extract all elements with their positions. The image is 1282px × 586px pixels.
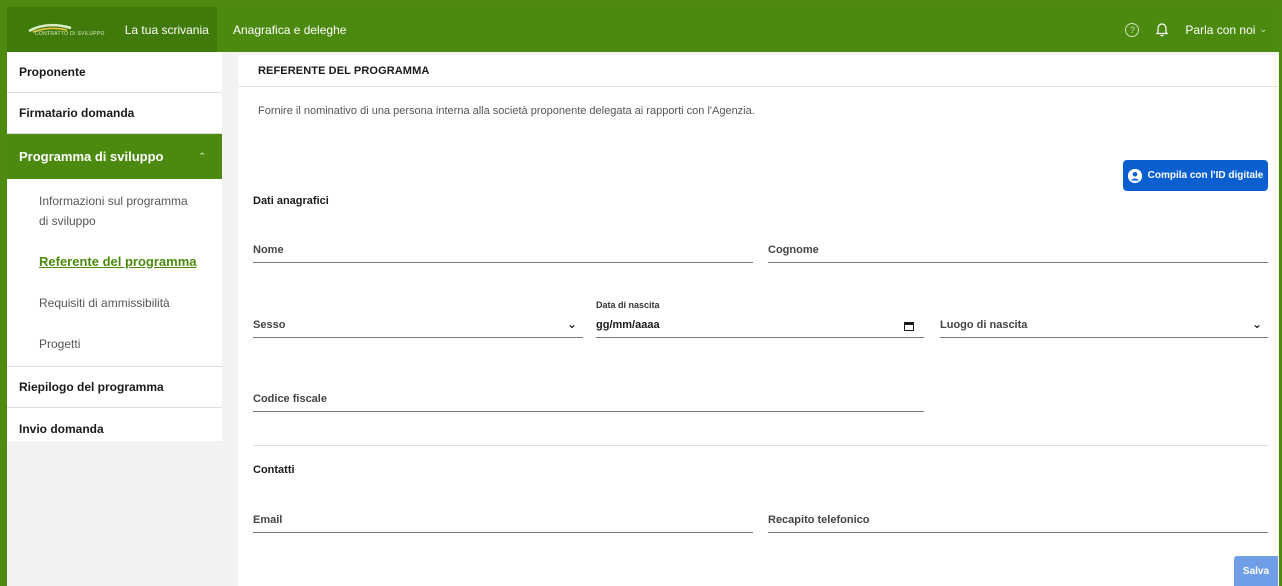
cognome-label: Cognome [768,244,819,256]
intro-text: Fornire il nominativo di una persona int… [258,105,755,117]
nav-anagrafica-e-deleghe[interactable]: Anagrafica e deleghe [233,23,346,37]
sidebar-subitem-informazioni[interactable]: Informazioni sul programma di sviluppo [39,191,199,231]
email-label: Email [253,514,283,526]
chevron-down-icon: ⌄ [1251,317,1262,331]
sidebar-subitems: Informazioni sul programma di sviluppo R… [7,179,222,367]
sidebar: Proponente Firmatario domanda Programma … [7,52,222,441]
sidebar-item-riepilogo[interactable]: Riepilogo del programma [7,367,222,408]
contacts-heading: Contatti [253,464,295,476]
sesso-label: Sesso [253,319,286,331]
personal-data-heading: Dati anagrafici [253,195,329,207]
sidebar-item-invio-domanda[interactable]: Invio domanda [7,408,222,449]
sidebar-item-label: Programma di sviluppo [19,149,164,164]
bell-icon[interactable] [1155,22,1169,38]
topbar-actions: ? Parla con noi ⌄ [1125,22,1279,38]
luogo-select[interactable]: Luogo di nascita ⌄ [940,308,1268,338]
sidebar-subitem-requisiti[interactable]: Requisiti di ammissibilità [39,293,199,313]
logo[interactable]: CONTRATTO DI SVILUPPO La tua scrivania [7,7,217,52]
date-value: gg/mm/aaaa [596,319,660,331]
digital-id-label: Compila con l'ID digitale [1147,170,1264,181]
nome-label: Nome [253,244,284,256]
user-icon [1127,168,1142,183]
codice-fiscale-field[interactable]: Codice fiscale [253,382,924,412]
nome-field[interactable]: Nome [253,233,753,263]
talk-menu[interactable]: Parla con noi ⌄ [1185,23,1267,37]
chevron-down-icon: ⌄ [1259,24,1267,34]
sidebar-subitem-referente[interactable]: Referente del programma [39,252,199,272]
section-divider [253,445,1268,446]
digital-id-button[interactable]: Compila con l'ID digitale [1123,160,1268,191]
main-panel: REFERENTE DEL PROGRAMMA Fornire il nomin… [238,55,1278,586]
cognome-field[interactable]: Cognome [768,233,1268,263]
talk-label: Parla con noi [1185,22,1256,37]
email-field[interactable]: Email [253,503,753,533]
logo-mark: CONTRATTO DI SVILUPPO [27,23,105,37]
telefono-field[interactable]: Recapito telefonico [768,503,1268,533]
nav-la-tua-scrivania[interactable]: La tua scrivania [125,23,209,37]
page-title: REFERENTE DEL PROGRAMMA [238,55,1278,87]
help-icon[interactable]: ? [1125,22,1140,37]
save-button[interactable]: Salva [1234,556,1278,586]
chevron-up-icon: ⌃ [198,151,206,161]
sidebar-subitem-progetti[interactable]: Progetti [39,334,199,354]
luogo-label: Luogo di nascita [940,319,1028,331]
logo-text: CONTRATTO DI SVILUPPO [35,30,105,37]
top-bar: CONTRATTO DI SVILUPPO La tua scrivania A… [7,7,1279,52]
sidebar-item-firmatario[interactable]: Firmatario domanda [7,93,222,134]
date-of-birth-input[interactable]: gg/mm/aaaa [596,308,924,338]
chevron-down-icon: ⌄ [566,317,577,331]
sidebar-item-programma-di-sviluppo[interactable]: Programma di sviluppo ⌃ [7,134,222,179]
telefono-label: Recapito telefonico [768,514,870,526]
sidebar-item-proponente[interactable]: Proponente [7,52,222,93]
codice-fiscale-label: Codice fiscale [253,393,327,405]
sesso-select[interactable]: Sesso ⌄ [253,308,583,338]
calendar-icon[interactable] [904,322,914,331]
